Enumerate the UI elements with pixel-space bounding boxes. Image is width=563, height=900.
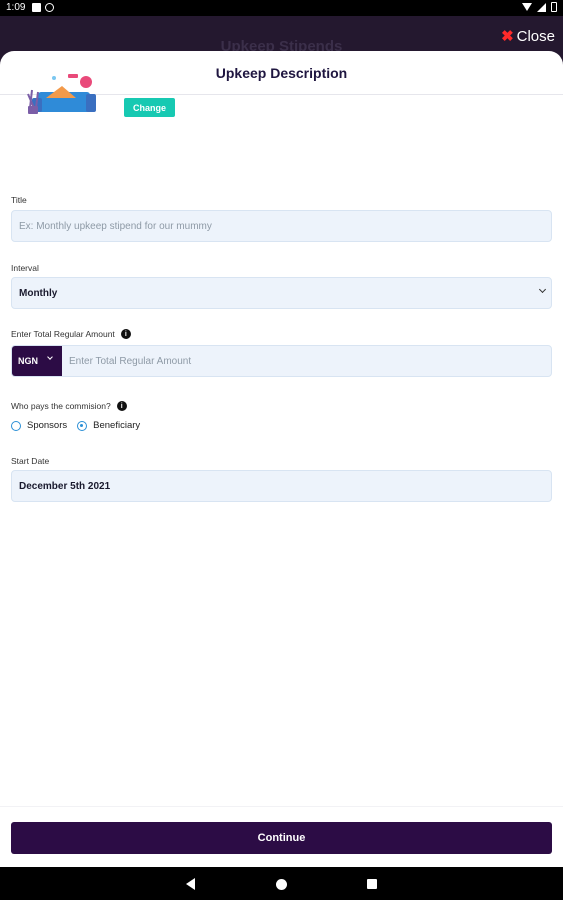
upkeep-description-sheet: Upkeep Description: [0, 51, 563, 867]
commission-label-row: Who pays the commision? i: [11, 401, 127, 411]
radio-label-beneficiary: Beneficiary: [93, 420, 141, 431]
start-date-label: Start Date: [11, 456, 50, 466]
start-date-input[interactable]: December 5th 2021: [11, 470, 552, 502]
info-icon[interactable]: i: [120, 329, 131, 339]
radio-option-sponsors[interactable]: Sponsors: [11, 420, 67, 431]
interval-select[interactable]: Monthly: [11, 277, 552, 309]
close-label: Close: [516, 27, 555, 45]
currency-select[interactable]: NGN: [12, 346, 62, 376]
system-nav-bar: [0, 867, 563, 900]
close-icon: ✖: [501, 28, 514, 45]
home-icon[interactable]: [276, 879, 287, 890]
commission-radio-group: Sponsors Beneficiary: [11, 420, 150, 431]
title-input[interactable]: Ex: Monthly upkeep stipend for our mummy: [11, 210, 552, 242]
chevron-down-icon: [538, 285, 547, 294]
status-notification-icons: [32, 3, 54, 12]
interval-label: Interval: [11, 263, 39, 273]
radio-button-beneficiary[interactable]: [77, 420, 88, 431]
amount-label: Enter Total Regular Amount: [11, 329, 115, 339]
interval-value: Monthly: [19, 288, 58, 299]
title-label: Title: [11, 195, 27, 205]
radio-label-sponsors: Sponsors: [27, 420, 68, 431]
back-icon[interactable]: [186, 878, 195, 890]
amount-label-row: Enter Total Regular Amount i: [11, 329, 131, 339]
chevron-down-icon: [47, 354, 53, 360]
top-bar: Upkeep Stipends ✖ Close: [0, 16, 563, 55]
continue-button[interactable]: Continue: [11, 822, 552, 854]
signal-icon: [537, 2, 546, 12]
status-bar: 1:09: [0, 0, 563, 16]
wifi-icon: [522, 3, 532, 11]
start-date-value: December 5th 2021: [19, 481, 111, 492]
recent-apps-icon[interactable]: [367, 879, 377, 889]
info-icon[interactable]: i: [116, 401, 127, 411]
amount-input[interactable]: Enter Total Regular Amount: [69, 356, 191, 367]
title-placeholder: Ex: Monthly upkeep stipend for our mummy: [19, 221, 212, 232]
notification-icon: [32, 3, 41, 12]
footer: Continue: [0, 806, 563, 867]
upkeep-illustration: [27, 74, 96, 114]
battery-icon: [551, 2, 557, 12]
status-system-icons: [522, 2, 557, 12]
radio-button-sponsors[interactable]: [11, 420, 21, 431]
amount-field: NGN Enter Total Regular Amount: [11, 345, 552, 377]
currency-value: NGN: [18, 356, 38, 366]
radio-option-beneficiary[interactable]: Beneficiary: [77, 420, 140, 431]
close-button[interactable]: ✖ Close: [501, 27, 555, 46]
commission-label: Who pays the commision?: [11, 401, 111, 411]
change-image-button[interactable]: Change: [124, 98, 175, 117]
status-time: 1:09: [6, 2, 26, 13]
dnd-icon: [45, 3, 54, 12]
